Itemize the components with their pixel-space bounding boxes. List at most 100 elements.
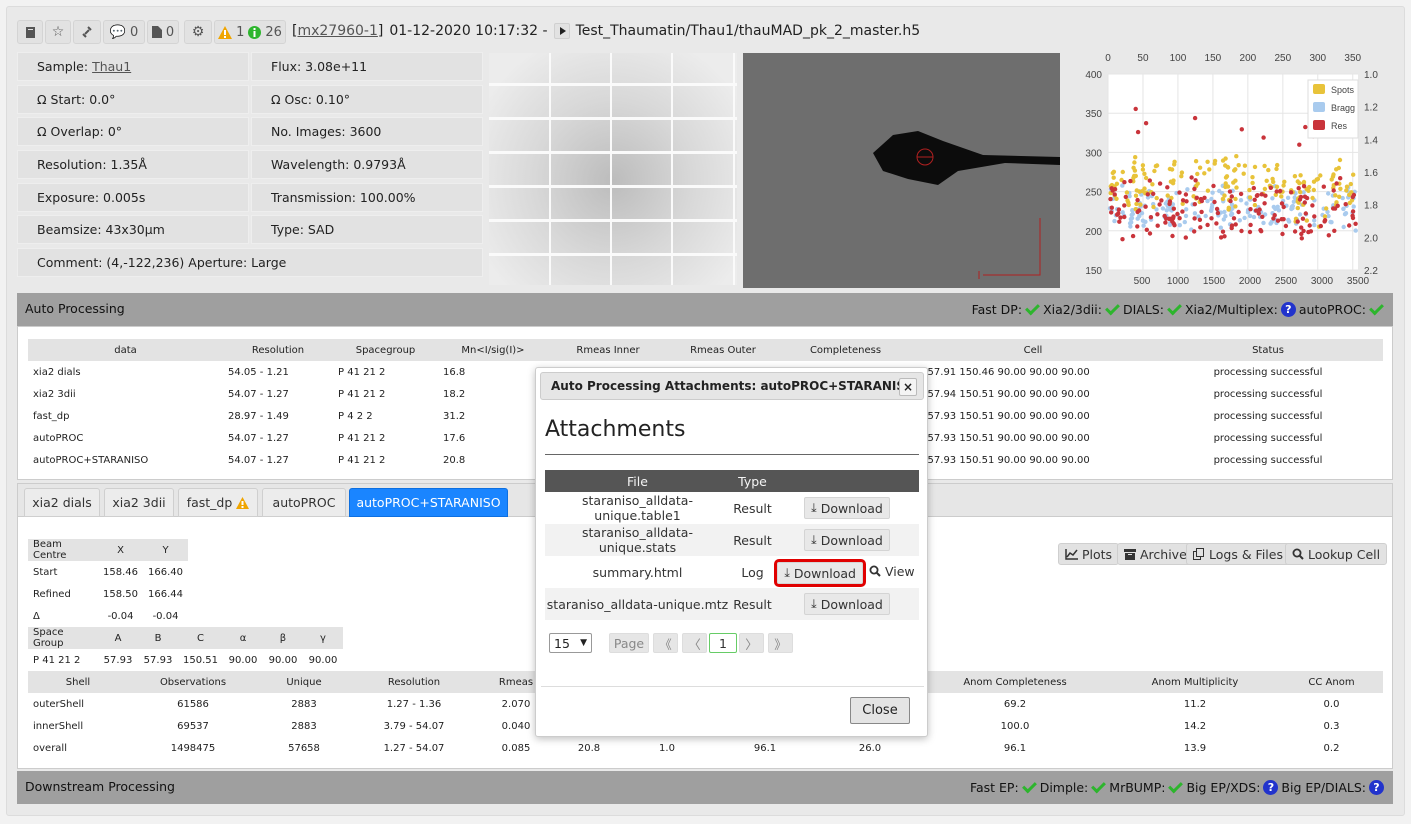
res-point	[1253, 208, 1259, 213]
book-button[interactable]	[17, 20, 43, 44]
prev-page-icon[interactable]: 〈	[682, 633, 707, 653]
spots-point	[1236, 163, 1241, 168]
indexing-plot[interactable]: 0 50 100 150 200 250 300 350 400 350 300 250 200 150 1…	[1072, 50, 1398, 290]
bragg-point	[1341, 224, 1346, 230]
res-point	[1155, 212, 1160, 217]
spots-point	[1338, 186, 1343, 191]
sg-header: Space Group	[28, 627, 98, 649]
spots-point	[1234, 154, 1239, 159]
spots-point	[1250, 175, 1255, 180]
download-button[interactable]: ⤓ Download	[804, 497, 890, 519]
res-point	[1116, 211, 1121, 216]
last-page-icon[interactable]: 》	[768, 633, 793, 653]
attachment-row: summary.html Log ⤓ Download View	[545, 556, 919, 588]
bragg-point	[1140, 218, 1146, 223]
left-tick-label: 400	[1085, 70, 1102, 81]
res-point	[1303, 124, 1308, 130]
sample-field: Sample: Thau1	[17, 52, 249, 81]
res-point	[1306, 229, 1311, 235]
favourite-button[interactable]: ☆	[45, 20, 71, 44]
alerts-button[interactable]: 1 26	[214, 20, 286, 44]
res-point	[1239, 127, 1244, 132]
files-button[interactable]: 0	[147, 20, 179, 44]
shell-cell-res: 3.79 - 54.07	[383, 720, 445, 732]
shell-cell-res: 1.27 - 1.36	[386, 698, 442, 710]
res-point	[1183, 192, 1189, 197]
page-size-select[interactable]: 15 ▼	[549, 633, 592, 653]
download-button[interactable]: ⤓ Download	[804, 529, 890, 551]
bragg-point	[1290, 203, 1295, 209]
spots-point	[1241, 171, 1246, 176]
diffraction-image[interactable]	[489, 53, 737, 285]
archive-label: Archive	[1140, 546, 1187, 562]
spacegroup-cell: P 41 21 2	[338, 366, 386, 378]
spots-point	[1111, 169, 1117, 174]
col-resolution: Resolution	[223, 339, 333, 361]
spots-point	[1351, 172, 1356, 177]
left-tick-label: 300	[1085, 148, 1102, 159]
close-button[interactable]: Close	[850, 697, 910, 724]
res-point	[1167, 201, 1172, 207]
download-button[interactable]: ⤓ Download	[804, 593, 890, 615]
status-cell: processing successful	[1213, 388, 1323, 400]
play-icon[interactable]	[553, 23, 570, 39]
next-page-icon[interactable]: 〉	[739, 633, 764, 653]
bragg-point	[1217, 188, 1222, 194]
close-icon[interactable]: ×	[899, 378, 917, 396]
archive-button[interactable]: Archive	[1117, 543, 1194, 565]
res-point	[1177, 216, 1182, 221]
res-point	[1117, 219, 1122, 224]
wavelength-field: Wavelength: 0.9793Å	[251, 150, 483, 179]
shell-cell-c7: 96.1	[753, 742, 777, 754]
sample-link[interactable]: Thau1	[92, 59, 131, 74]
lookup-cell-button[interactable]: Lookup Cell	[1285, 543, 1388, 565]
warning-icon	[236, 496, 250, 509]
res-point	[1332, 228, 1337, 233]
res-point	[1260, 214, 1265, 219]
autoproc-label: autoPROC:	[1298, 302, 1366, 317]
heading-divider	[545, 454, 919, 455]
bragg-point	[1343, 211, 1349, 216]
tab-autoproc[interactable]: autoPROC	[262, 488, 346, 517]
col-completeness: Completeness	[778, 339, 913, 361]
shell-cell-c5: 20.8	[577, 742, 601, 754]
shell-cell-am: 11.2	[1183, 698, 1207, 710]
bragg-point	[1129, 220, 1134, 225]
check-icon	[1021, 778, 1037, 794]
downstream-header: Downstream Processing Fast EP: Dimple: M…	[17, 771, 1393, 804]
comments-button[interactable]: 💬 0	[103, 20, 145, 44]
shell-cell-ac: 100.0	[1000, 720, 1030, 732]
first-page-icon[interactable]: 《	[653, 633, 678, 653]
attachment-row: staraniso_alldata-unique.mtz Result ⤓ Dow…	[545, 588, 919, 620]
bragg-point	[1177, 223, 1182, 228]
settings-button[interactable]: ⚙	[184, 20, 212, 44]
current-page[interactable]: 1	[709, 633, 737, 653]
view-button[interactable]: View	[867, 560, 917, 582]
res-point	[1318, 223, 1323, 229]
tab-xia2-dials[interactable]: xia2 dials	[24, 488, 100, 517]
dialog-title: Auto Processing Attachments: autoPROC+ST…	[551, 379, 916, 393]
res-point	[1218, 235, 1224, 240]
session-link[interactable]: mx27960-1	[297, 23, 377, 39]
plots-button[interactable]: Plots	[1058, 543, 1120, 565]
spots-point	[1193, 159, 1199, 164]
bragg-point	[1164, 208, 1169, 213]
tab-fast-dp[interactable]: fast_dp	[178, 488, 258, 517]
spots-point	[1337, 194, 1342, 199]
res-point	[1128, 178, 1133, 184]
tab-xia2-3dii[interactable]: xia2 3dii	[104, 488, 174, 517]
download-button[interactable]: ⤓ Download	[774, 559, 866, 587]
res-point	[1300, 216, 1306, 221]
detector-gaps	[489, 53, 737, 285]
crystal-snapshot[interactable]	[743, 53, 1060, 288]
cell-cell: 4 57.94 150.51 90.00 90.00 90.00	[918, 388, 1090, 400]
logs-files-button[interactable]: Logs & Files	[1186, 543, 1290, 565]
link-button[interactable]	[73, 20, 101, 44]
file-name: staraniso_alldata-unique.mtz	[546, 596, 729, 612]
sg-cell: 90.00	[268, 654, 298, 666]
dialog-titlebar: Auto Processing Attachments: autoPROC+ST…	[540, 372, 924, 400]
xia2-multiplex-label: Xia2/Multiplex:	[1184, 302, 1278, 317]
data-cell: xia2 dials	[33, 366, 81, 378]
spots-point	[1311, 179, 1317, 184]
tab-autoproc-staraniso[interactable]: autoPROC+STARANISO	[349, 488, 508, 517]
